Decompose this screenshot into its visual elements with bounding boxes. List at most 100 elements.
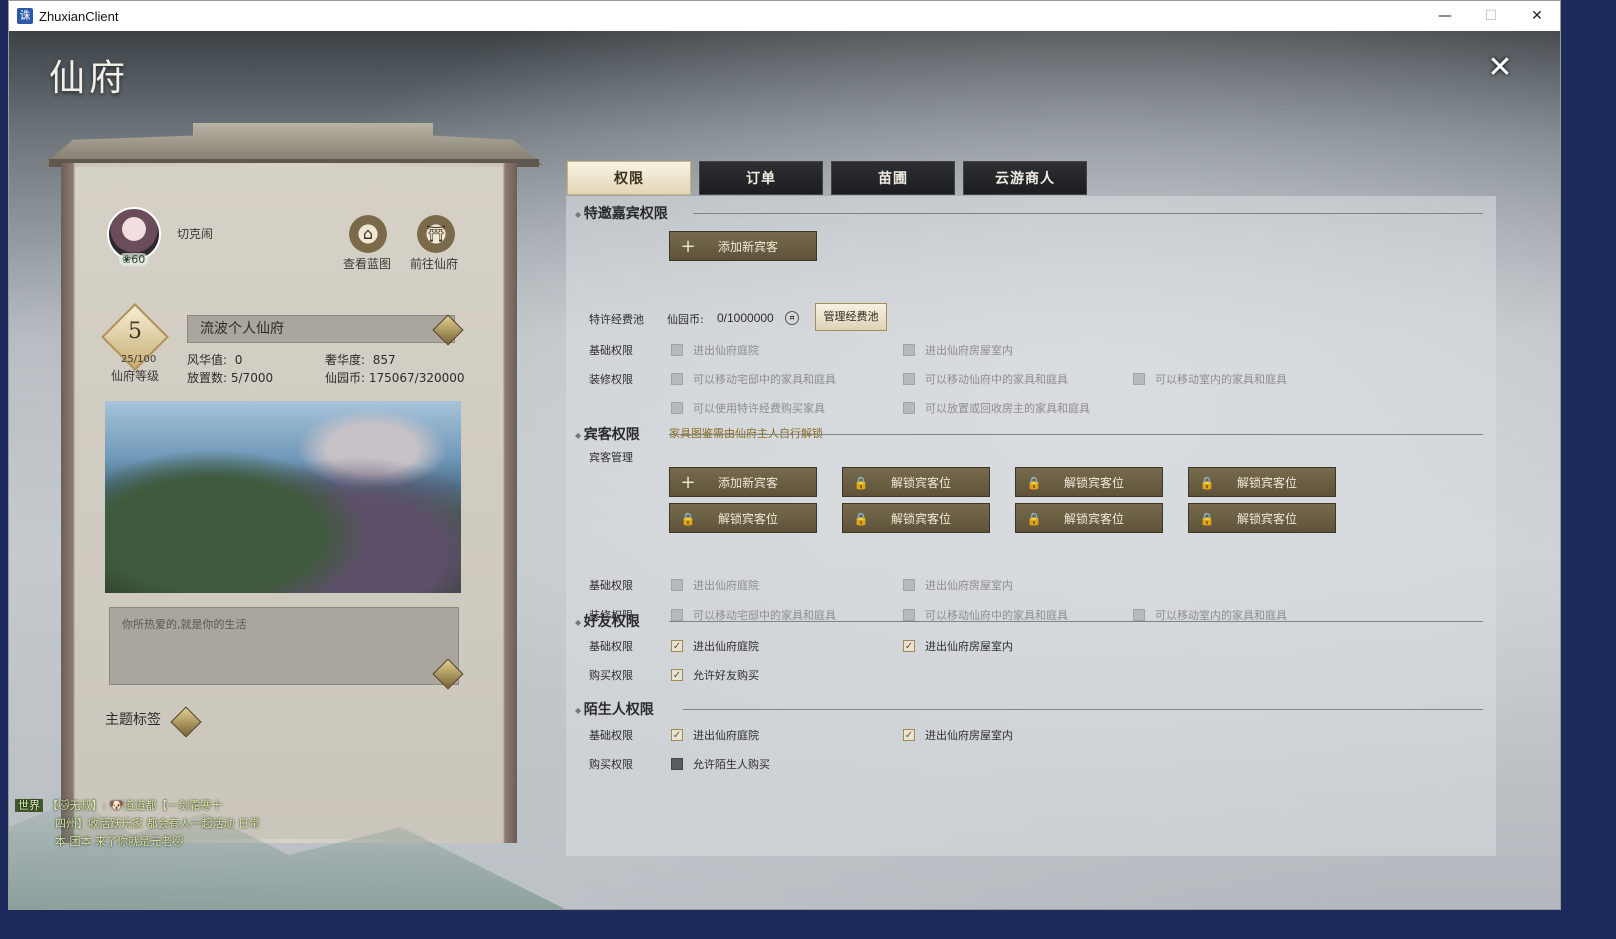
chat-line-3: 本 团本 来了你就是元老🐱: [55, 835, 184, 848]
section-divider: [669, 434, 1483, 435]
window-title: ZhuxianClient: [39, 8, 119, 24]
unlock-guest-slot-button[interactable]: 🔒 解锁宾客位: [842, 467, 990, 497]
checkbox-box: [1133, 373, 1145, 385]
checkbox-label: 允许好友购买: [693, 669, 759, 682]
page-title: 仙府: [49, 58, 130, 99]
view-blueprint-button[interactable]: ⌂: [349, 215, 387, 253]
home-level-value: 5: [128, 319, 142, 344]
blueprint-icon: ⌂: [362, 224, 374, 243]
checkbox-label: 进出仙府房屋室内: [925, 640, 1013, 653]
manage-pool-button[interactable]: 管理经费池: [815, 303, 887, 331]
tab-bar: 权限 订单 苗圃 云游商人: [567, 161, 1087, 195]
travel-icon: ⛩: [425, 224, 447, 243]
special-guest-title: 特邀嘉宾权限: [575, 203, 668, 223]
checkbox-label: 进出仙府房屋室内: [925, 344, 1013, 357]
checkbox-box: [671, 640, 683, 652]
pool-coin-label: 仙园币:: [667, 313, 704, 326]
friend-buy-label: 购买权限: [589, 669, 633, 682]
unlock-label: 解锁宾客位: [891, 512, 952, 526]
player-name: 切克闹: [177, 227, 214, 241]
app-window: 诛 ZhuxianClient — ☐ ✕ 仙府 ✕ ❀60 切克闹 ⌂ 查看蓝…: [8, 0, 1561, 910]
minimize-button[interactable]: —: [1422, 1, 1468, 31]
checkbox-box: [1133, 609, 1145, 621]
checkbox-box: [671, 669, 683, 681]
home-exp: 25/100: [121, 354, 157, 365]
guest-basic-yard-checkbox[interactable]: 进出仙府庭院: [671, 577, 759, 593]
section-divider: [683, 709, 1483, 710]
special-basic-indoor-checkbox[interactable]: 进出仙府房屋室内: [903, 342, 1013, 358]
motto-field[interactable]: 你所热爱的,就是你的生活: [109, 607, 459, 685]
lock-icon: 🔒: [1199, 476, 1215, 490]
special-decor-home-checkbox[interactable]: 可以移动仙府中的家具和庭具: [903, 371, 1068, 387]
section-divider: [693, 213, 1483, 214]
special-basic-label: 基础权限: [589, 344, 633, 357]
stat-coin: 仙园币: 175067/320000: [325, 369, 465, 386]
zhuxian-icon: 诛: [17, 8, 33, 24]
tab-nursery[interactable]: 苗圃: [831, 161, 955, 195]
theme-tag-label: 主题标签: [105, 712, 161, 728]
stranger-buy-checkbox[interactable]: 允许陌生人购买: [671, 756, 770, 772]
guest-basic-indoor-checkbox[interactable]: 进出仙府房屋室内: [903, 577, 1013, 593]
unlock-label: 解锁宾客位: [718, 512, 779, 526]
lock-icon: 🔒: [1026, 476, 1042, 490]
stranger-basic-yard-checkbox[interactable]: 进出仙府庭院: [671, 727, 759, 743]
view-blueprint-label: 查看蓝图: [343, 257, 392, 271]
stat-placed: 放置数: 5/7000: [187, 369, 273, 386]
checkbox-box: [903, 609, 915, 621]
checkbox-label: 进出仙府庭院: [693, 344, 759, 357]
friend-basic-indoor-checkbox[interactable]: 进出仙府房屋室内: [903, 638, 1013, 654]
maximize-button[interactable]: ☐: [1468, 1, 1514, 31]
guest-add-guest-button[interactable]: + 添加新宾客: [669, 467, 817, 497]
special-decor-mansion-checkbox[interactable]: 可以移动宅邸中的家具和庭具: [671, 371, 836, 387]
special-add-guest-button[interactable]: + 添加新宾客: [669, 231, 817, 261]
furniture-unlock-hint: 家具图鉴需由仙府主人自行解锁: [669, 427, 823, 440]
game-viewport: 仙府 ✕ ❀60 切克闹 ⌂ 查看蓝图 ⛩ 前往仙府 5 25/100 仙府等级…: [9, 31, 1560, 909]
close-window-button[interactable]: ✕: [1514, 1, 1560, 31]
chat-channel-badge: 世界: [15, 799, 43, 812]
tab-orders[interactable]: 订单: [699, 161, 823, 195]
chat-line-2: 四州】收活跃玩家 都会有人一起活动 日常: [55, 817, 260, 830]
checkbox-label: 进出仙府庭院: [693, 640, 759, 653]
lock-icon: 🔒: [1199, 512, 1215, 526]
stranger-basic-indoor-checkbox[interactable]: 进出仙府房屋室内: [903, 727, 1013, 743]
guest-manage-label: 宾客管理: [589, 451, 633, 464]
goto-home-button[interactable]: ⛩: [417, 215, 455, 253]
guest-basic-label: 基础权限: [589, 579, 633, 592]
checkbox-label: 可以移动室内的家具和庭具: [1155, 373, 1287, 386]
section-divider: [669, 621, 1483, 622]
close-panel-button[interactable]: ✕: [1483, 51, 1517, 85]
special-decor-fund-checkbox[interactable]: 可以使用特许经费购买家具: [671, 400, 825, 416]
checkbox-box: [903, 579, 915, 591]
unlock-guest-slot-button[interactable]: 🔒 解锁宾客位: [1188, 467, 1336, 497]
checkbox-box: [671, 729, 683, 741]
coin-icon: ¤: [785, 311, 799, 325]
tab-wandering-merchant[interactable]: 云游商人: [963, 161, 1087, 195]
stranger-buy-label: 购买权限: [589, 758, 633, 771]
checkbox-box: [671, 758, 683, 770]
checkbox-label: 进出仙府房屋室内: [925, 729, 1013, 742]
friend-basic-yard-checkbox[interactable]: 进出仙府庭院: [671, 638, 759, 654]
unlock-label: 解锁宾客位: [1064, 476, 1125, 490]
chat-line-1: 世界 【🐱无叔】: 🐶道道都【一剑霜寒十: [15, 797, 295, 815]
unlock-guest-slot-button[interactable]: 🔒 解锁宾客位: [669, 503, 817, 533]
unlock-guest-slot-button[interactable]: 🔒 解锁宾客位: [1188, 503, 1336, 533]
checkbox-box: [903, 373, 915, 385]
special-basic-yard-checkbox[interactable]: 进出仙府庭院: [671, 342, 759, 358]
checkbox-label: 允许陌生人购买: [693, 758, 770, 771]
lock-icon: 🔒: [853, 476, 869, 490]
stat-elegance-value: 0: [234, 353, 243, 367]
unlock-guest-slot-button[interactable]: 🔒 解锁宾客位: [842, 503, 990, 533]
stranger-title: 陌生人权限: [575, 699, 654, 719]
friend-buy-checkbox[interactable]: 允许好友购买: [671, 667, 759, 683]
special-decor-place-checkbox[interactable]: 可以放置或回收房主的家具和庭具: [903, 400, 1090, 416]
pool-coin-value: 0/1000000: [717, 311, 774, 325]
unlock-guest-slot-button[interactable]: 🔒 解锁宾客位: [1015, 467, 1163, 497]
goto-home-label: 前往仙府: [410, 257, 459, 271]
special-decor-indoor-checkbox[interactable]: 可以移动室内的家具和庭具: [1133, 371, 1287, 387]
checkbox-box: [903, 729, 915, 741]
unlock-guest-slot-button[interactable]: 🔒 解锁宾客位: [1015, 503, 1163, 533]
tab-permissions[interactable]: 权限: [567, 161, 691, 195]
plus-icon: +: [680, 472, 696, 493]
stat-elegance: 风华值: 0: [187, 351, 242, 368]
stat-coin-label: 仙园币:: [325, 371, 366, 385]
